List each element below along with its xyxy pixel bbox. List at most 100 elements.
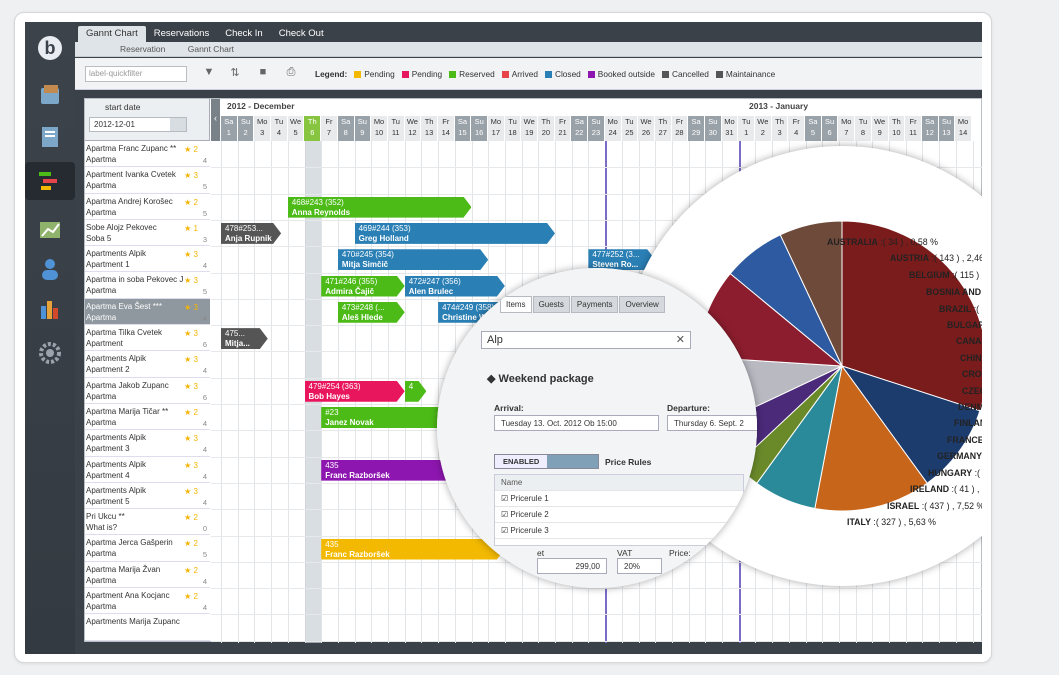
room-row[interactable]: Apartments Alpik Apartment 3 ★ 34 <box>85 430 210 457</box>
tab-gantt-chart[interactable]: Gannt Chart <box>78 26 146 42</box>
room-unit: Apartment 4 <box>86 470 130 480</box>
room-row[interactable]: Apartma in soba Pekovec J Apartma ★ 35 <box>85 272 210 299</box>
tab-reservations[interactable]: Reservations <box>146 22 217 42</box>
month-label: 2013 - January <box>749 101 809 111</box>
room-row[interactable]: Apartments Alpik Apartment 4 ★ 34 <box>85 456 210 483</box>
day-cell: Tu 25 <box>621 116 639 141</box>
room-row[interactable]: Apartma Tilka Cvetek Apartment ★ 36 <box>85 325 210 352</box>
scroll-left-icon[interactable]: ‹ <box>211 99 220 141</box>
toolbar: label-quickfilter ▼ ⇅ ■ ⎙ Legend: Pendin… <box>75 58 982 90</box>
star-rating: ★ 2 <box>184 513 198 523</box>
pie-label: CZECH REPUBLIC <box>962 386 982 396</box>
start-date-picker[interactable]: 2012-12-01 <box>89 117 187 132</box>
capacity-count: 4 <box>202 418 207 428</box>
tab-check-in[interactable]: Check In <box>217 22 271 42</box>
tab-overview[interactable]: Overview <box>619 296 665 313</box>
app-logo-icon[interactable]: b <box>38 36 62 60</box>
rule-item[interactable]: ☑ Pricerule 1 <box>495 491 743 507</box>
room-row[interactable]: Apartments Alpik Apartment 5 ★ 34 <box>85 482 210 510</box>
document-edit-icon[interactable] <box>35 122 65 152</box>
booking-bar[interactable]: 469#244 (353) Greg Holland <box>355 223 555 244</box>
room-unit: Apartma <box>86 312 117 322</box>
price-rules-label: Price Rules <box>605 457 652 467</box>
rule-item[interactable]: ☑ Pricerule 3 <box>495 523 743 539</box>
room-row[interactable]: Apartma Franc Zupanc ** Apartma ★ 24 <box>85 141 210 168</box>
enabled-toggle[interactable]: ENABLED <box>494 454 599 469</box>
room-row[interactable]: Apartment Ivanka Cvetek Apartma ★ 35 <box>85 167 210 194</box>
gantt-chart-icon[interactable] <box>25 162 75 200</box>
star-rating: ★ 3 <box>184 329 198 339</box>
legend-swatch <box>354 70 362 78</box>
pie-label: CANADA :( 23 ) , 0,4 <box>956 336 982 346</box>
pie-label: AUSTRALIA :( 34 ) , 0,58 % <box>827 237 938 247</box>
arrival-field[interactable]: Tuesday 13. Oct. 2012 Ob 15:00 <box>494 415 659 431</box>
booking-bar[interactable]: 478#253... Anja Rupnik <box>221 223 281 244</box>
day-cell: Su 13 <box>938 116 956 141</box>
day-cell: Tu 18 <box>504 116 522 141</box>
booking-bar[interactable]: 4 <box>405 381 427 402</box>
pie-label: AUSTRIA :( 143 ) , 2,46 % <box>890 253 982 263</box>
booking-bar[interactable]: 479#254 (363) Bob Hayes <box>305 381 405 402</box>
booking-bar[interactable]: 471#246 (355) Admira Čajič <box>321 276 405 297</box>
booking-bar[interactable]: 468#243 (352) Anna Reynolds <box>288 197 472 218</box>
room-row[interactable]: Apartma Eva Šest *** Apartma ★ 34 <box>85 298 210 326</box>
item-search-input[interactable]: Alp ✕ <box>481 331 691 349</box>
room-unit: Apartment <box>86 339 123 349</box>
room-row[interactable]: Sobe Alojz Pekovec Soba 5 ★ 13 <box>85 219 210 247</box>
room-row[interactable]: Apartments Alpik Apartment 1 ★ 34 <box>85 246 210 273</box>
legend-swatch <box>501 70 509 78</box>
day-cell: Fr 4 <box>788 116 806 141</box>
clear-icon[interactable]: ✕ <box>676 333 685 346</box>
breadcrumb-item[interactable]: Reservation <box>120 44 165 54</box>
room-unit: Apartma <box>86 602 117 612</box>
tab-payments[interactable]: Payments <box>570 296 619 313</box>
star-rating: ★ 1 <box>184 223 198 233</box>
legend-item: Arrived <box>501 69 538 79</box>
chart-up-icon[interactable] <box>35 214 65 244</box>
room-row[interactable]: Apartment Ana Kocjanc Apartma ★ 24 <box>85 588 210 615</box>
star-rating: ★ 3 <box>184 434 198 444</box>
capacity-count: 0 <box>202 524 207 534</box>
booking-bar[interactable]: #23 Janez Novak <box>321 407 455 428</box>
room-row[interactable]: Apartments Marija Zupanc <box>85 614 210 641</box>
departure-field[interactable]: Thursday 6. Sept. 2 <box>667 415 757 431</box>
rule-item[interactable]: ☑ Pricerule 2 <box>495 507 743 523</box>
day-cell: Sa 5 <box>805 116 822 141</box>
room-unit: Apartma <box>86 155 117 164</box>
user-icon[interactable] <box>35 254 65 284</box>
sort-icon[interactable]: ⇅ <box>227 66 243 82</box>
print-icon[interactable]: ⎙ <box>283 66 299 82</box>
breadcrumb-item[interactable]: Gannt Chart <box>188 44 234 54</box>
room-row[interactable]: Apartma Marija Tičar ** Apartma ★ 24 <box>85 403 210 431</box>
legend: Legend: Pending Pending Reserved Arrived… <box>315 69 775 79</box>
bar-chart-icon[interactable] <box>35 294 65 324</box>
booking-bar[interactable]: 475... Mitja... <box>221 328 268 349</box>
pie-label: BULGARIA :( 10 ) , 0,1 <box>947 320 982 330</box>
booking-bar[interactable]: 435 Franc Razboršek <box>321 460 455 481</box>
room-row[interactable]: Apartma Andrej Korošec Apartma ★ 25 <box>85 193 210 220</box>
filter-icon[interactable]: ▼ <box>201 66 217 82</box>
day-cell: We 12 <box>404 116 422 141</box>
room-row[interactable]: Apartma Jerca Gašperin Apartma ★ 25 <box>85 535 210 562</box>
legend-swatch <box>449 70 457 78</box>
pie-label: GERMANY :( 717 ) , 1 <box>937 451 982 461</box>
net-price-field[interactable]: 299,00 <box>537 558 607 574</box>
room-row[interactable]: Pri Ukcu ** What is? ★ 20 <box>85 509 210 536</box>
vat-select[interactable]: 20% <box>617 558 662 574</box>
room-unit: Apartma <box>86 181 117 191</box>
day-cell: Sa 15 <box>454 116 472 141</box>
box-icon[interactable]: ■ <box>255 66 271 82</box>
tab-items[interactable]: Items <box>500 296 532 313</box>
tab-guests[interactable]: Guests <box>532 296 570 313</box>
booking-bar[interactable]: 473#248 (... Aleš Hlede <box>338 302 405 323</box>
package-icon[interactable] <box>35 80 65 110</box>
room-unit: Apartment 1 <box>86 260 130 270</box>
room-row[interactable]: Apartments Alpik Apartment 2 ★ 34 <box>85 351 210 378</box>
room-row[interactable]: Apartma Marija Žvan Apartma ★ 24 <box>85 561 210 589</box>
capacity-count: 4 <box>202 603 207 613</box>
room-row[interactable]: Apartma Jakob Zupanc Apartma ★ 36 <box>85 377 210 404</box>
quickfilter-input[interactable]: label-quickfilter <box>85 66 187 82</box>
settings-gear-icon[interactable] <box>35 338 65 368</box>
tab-check-out[interactable]: Check Out <box>271 22 332 42</box>
day-cell: Sa 22 <box>571 116 589 141</box>
